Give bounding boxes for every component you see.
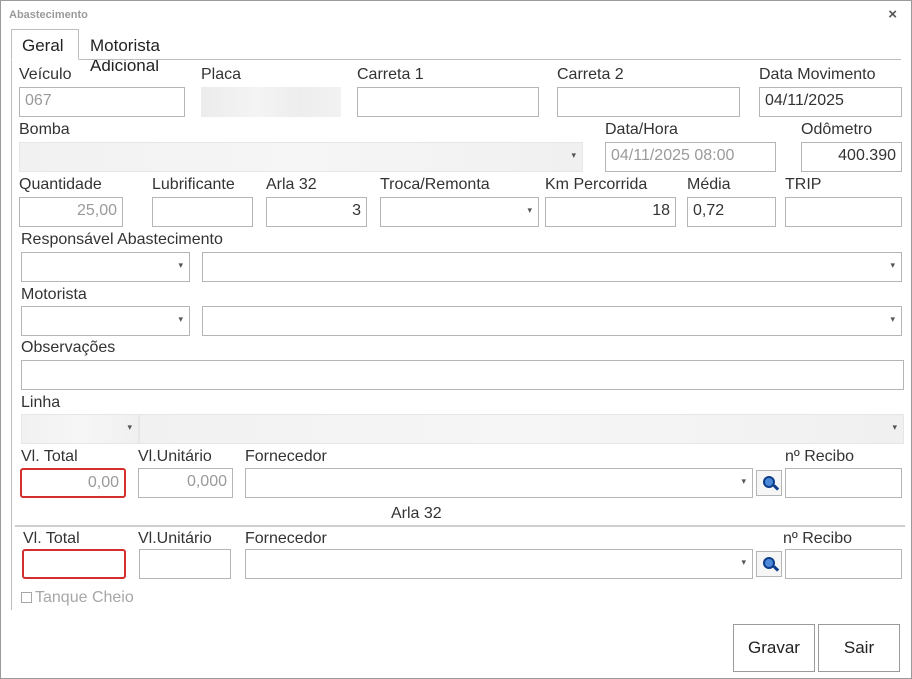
motorista-label: Motorista	[21, 286, 87, 303]
linha-label: Linha	[21, 394, 61, 411]
lubrificante-field[interactable]	[152, 197, 253, 227]
chevron-down-icon: ▾	[741, 557, 746, 567]
data-movimento-field[interactable]: 04/11/2025	[759, 87, 902, 117]
odometro-field[interactable]: 400.390	[801, 142, 902, 172]
veiculo-label: Veículo	[19, 66, 72, 83]
search-icon[interactable]	[756, 470, 782, 496]
km-percorrida-field[interactable]: 18	[545, 197, 676, 227]
odometro-label: Odômetro	[801, 121, 873, 138]
responsavel-label: Responsável Abastecimento	[21, 231, 223, 248]
checkbox-box	[21, 592, 32, 603]
chevron-down-icon: ▾	[890, 314, 895, 324]
arla-vl-unitario-label: Vl.Unitário	[138, 530, 212, 547]
arla-vl-total-label: Vl. Total	[23, 530, 80, 547]
panel-border	[11, 59, 12, 610]
trip-label: TRIP	[785, 176, 822, 193]
arla-n-recibo-label: nº Recibo	[783, 530, 852, 547]
carreta1-label: Carreta 1	[357, 66, 424, 83]
km-percorrida-label: Km Percorrida	[545, 176, 648, 193]
data-hora-label: Data/Hora	[605, 121, 678, 138]
chevron-down-icon: ▾	[890, 260, 895, 270]
vl-unitario-label: Vl.Unitário	[138, 448, 212, 465]
placa-field[interactable]	[201, 87, 341, 117]
vl-total-field[interactable]: 0,00	[20, 468, 126, 498]
data-movimento-label: Data Movimento	[759, 66, 876, 83]
arla32-label: Arla 32	[266, 176, 317, 193]
troca-remonta-select[interactable]: ▾	[380, 197, 539, 227]
veiculo-field[interactable]: 067	[19, 87, 185, 117]
carreta1-field[interactable]	[357, 87, 539, 117]
placa-label: Placa	[201, 66, 242, 83]
observacoes-label: Observações	[21, 339, 116, 356]
fornecedor-select[interactable]: ▾	[245, 468, 753, 498]
chevron-down-icon: ▾	[571, 150, 576, 160]
fornecedor-label: Fornecedor	[245, 448, 327, 465]
sair-button[interactable]: Sair	[818, 624, 900, 672]
quantidade-field[interactable]: 25,00	[19, 197, 123, 227]
chevron-down-icon: ▾	[741, 476, 746, 486]
arla-vl-unitario-field[interactable]	[139, 549, 231, 579]
arla32-field[interactable]: 3	[266, 197, 367, 227]
responsavel-name-select[interactable]: ▾	[202, 252, 902, 282]
linha-code-select[interactable]: ▾	[21, 414, 139, 444]
arla-fornecedor-label: Fornecedor	[245, 530, 327, 547]
chevron-down-icon: ▾	[178, 314, 183, 324]
arla-vl-total-field[interactable]	[22, 549, 126, 579]
vl-total-label: Vl. Total	[21, 448, 78, 465]
n-recibo-field[interactable]	[785, 468, 902, 498]
chevron-down-icon: ▾	[178, 260, 183, 270]
carreta2-field[interactable]	[557, 87, 740, 117]
trip-field[interactable]	[785, 197, 902, 227]
observacoes-field[interactable]	[21, 360, 904, 390]
abastecimento-window: Abastecimento × Geral Motorista Adiciona…	[0, 0, 912, 679]
arla32-section-title: Arla 32	[391, 505, 442, 522]
tab-motorista-adicional[interactable]: Motorista Adicional	[79, 29, 171, 75]
section-divider	[15, 525, 905, 527]
linha-name-select[interactable]: ▾	[139, 414, 904, 444]
carreta2-label: Carreta 2	[557, 66, 624, 83]
data-hora-field[interactable]: 04/11/2025 08:00	[605, 142, 776, 172]
tanque-cheio-checkbox[interactable]: Tanque Cheio	[21, 589, 134, 607]
quantidade-label: Quantidade	[19, 176, 102, 193]
arla-fornecedor-select[interactable]: ▾	[245, 549, 753, 579]
media-label: Média	[687, 176, 731, 193]
responsavel-code-select[interactable]: ▾	[21, 252, 190, 282]
window-title: Abastecimento	[9, 9, 88, 21]
n-recibo-label: nº Recibo	[785, 448, 854, 465]
tab-divider	[11, 59, 901, 60]
vl-unitario-field[interactable]: 0,000	[138, 468, 233, 498]
tab-geral[interactable]: Geral	[11, 29, 79, 60]
close-icon[interactable]: ×	[888, 6, 897, 23]
bomba-select[interactable]: ▾	[19, 142, 583, 172]
arla-n-recibo-field[interactable]	[785, 549, 902, 579]
tanque-cheio-label: Tanque Cheio	[35, 589, 134, 606]
search-icon[interactable]	[756, 551, 782, 577]
chevron-down-icon: ▾	[892, 422, 897, 432]
chevron-down-icon: ▾	[527, 205, 532, 215]
lubrificante-label: Lubrificante	[152, 176, 235, 193]
bomba-label: Bomba	[19, 121, 70, 138]
motorista-name-select[interactable]: ▾	[202, 306, 902, 336]
troca-remonta-label: Troca/Remonta	[380, 176, 490, 193]
media-field[interactable]: 0,72	[687, 197, 776, 227]
motorista-code-select[interactable]: ▾	[21, 306, 190, 336]
chevron-down-icon: ▾	[127, 422, 132, 432]
gravar-button[interactable]: Gravar	[733, 624, 815, 672]
